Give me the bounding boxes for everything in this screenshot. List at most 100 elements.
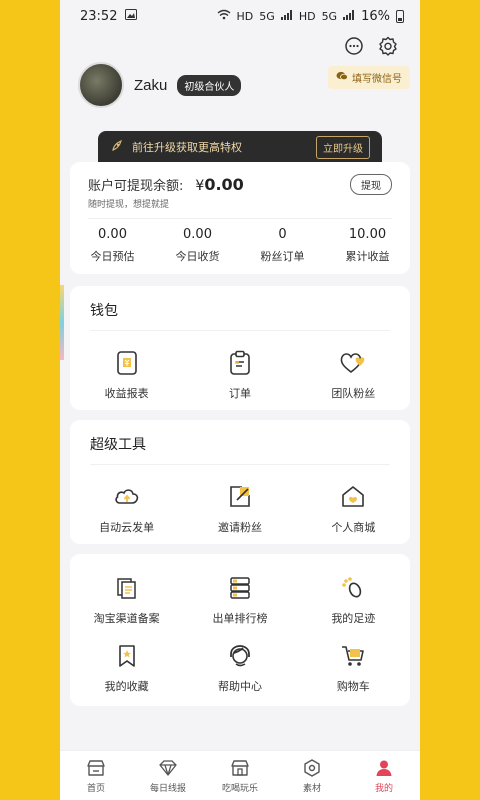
wallet-item-label: 订单 [228, 387, 251, 400]
more-grid-row1: 淘宝渠道备案 出单排行榜 我的足迹 [70, 554, 410, 626]
stat-value: 10.00 [348, 227, 387, 242]
tab-daily-report[interactable]: 每日线报 [132, 758, 204, 794]
super-tools-card: 超级工具 自动云发单 邀请粉丝 个人商城 [70, 420, 410, 544]
rocket-icon [110, 139, 124, 156]
wallet-card: 钱包 收益报表 订单 团队粉丝 [70, 286, 410, 410]
stat-total-earnings[interactable]: 10.00 累计收益 [328, 227, 408, 264]
cart-icon [339, 642, 367, 670]
tab-label: 素材 [302, 783, 321, 794]
more-item-label: 出单排行榜 [212, 612, 268, 625]
balance-amount: 0.00 [204, 175, 244, 194]
vip-upgrade-banner[interactable]: 前往升级获取更高特权 立即升级 [98, 131, 382, 163]
balance-amount-wrap: ¥0.00 [195, 175, 243, 194]
tab-label: 每日线报 [149, 783, 186, 794]
ranking-icon [226, 574, 254, 602]
more-item-label: 我的收藏 [104, 680, 149, 693]
tab-food-fun[interactable]: 吃喝玩乐 [204, 758, 276, 794]
shop-icon [230, 758, 250, 778]
stat-label: 累计收益 [345, 250, 390, 263]
more-item-help-center[interactable]: 帮助中心 [190, 642, 290, 694]
battery-percent: 16% [361, 8, 390, 24]
tools-grid: 自动云发单 邀请粉丝 个人商城 [70, 465, 410, 535]
phone-screen: 23:52 HD 5G HD 5G 16% Zaku 初级合伙人 填写微信号 前… [60, 0, 420, 800]
more-item-ranking[interactable]: 出单排行榜 [190, 574, 290, 626]
more-item-footprint[interactable]: 我的足迹 [303, 574, 403, 626]
wechat-tag-label: 填写微信号 [352, 74, 402, 85]
store-icon [86, 758, 106, 778]
more-item-taobao-register[interactable]: 淘宝渠道备案 [77, 574, 177, 626]
more-item-cart[interactable]: 购物车 [303, 642, 403, 694]
stat-label: 粉丝订单 [260, 250, 305, 263]
tool-item-personal-mall[interactable]: 个人商城 [303, 483, 403, 535]
stat-value: 0.00 [183, 227, 212, 242]
wallet-title: 钱包 [90, 303, 118, 319]
stat-label: 今日收货 [175, 250, 220, 263]
diamond-icon [158, 758, 178, 778]
wallet-item-team-fans[interactable]: 团队粉丝 [303, 349, 403, 401]
bookmark-icon [113, 642, 141, 670]
withdraw-button[interactable]: 提现 [350, 174, 392, 195]
status-signal-5g-2: 5G [321, 9, 338, 23]
gallery-icon [125, 8, 138, 24]
avatar[interactable] [78, 62, 124, 108]
currency-symbol: ¥ [195, 178, 205, 194]
headset-icon [226, 642, 254, 670]
bottom-tab-bar: 首页 每日线报 吃喝玩乐 素材 我的 [60, 750, 420, 800]
tab-materials[interactable]: 素材 [276, 758, 348, 794]
stat-value: 0.00 [98, 227, 127, 242]
status-bar: 23:52 HD 5G HD 5G 16% [60, 0, 420, 32]
more-item-label: 我的足迹 [331, 612, 376, 625]
more-tools-card: 淘宝渠道备案 出单排行榜 我的足迹 我的收藏 帮助中心 购物车 [70, 554, 410, 706]
tool-item-label: 个人商城 [331, 521, 376, 534]
wallet-item-orders[interactable]: 订单 [190, 349, 290, 401]
side-decoration [60, 285, 64, 360]
tab-label: 首页 [86, 783, 105, 794]
signal-icon-2 [343, 9, 355, 23]
wifi-icon [217, 9, 231, 23]
clipboard-icon [226, 349, 254, 377]
cloud-icon [113, 483, 141, 511]
tool-item-label: 自动云发单 [99, 521, 155, 534]
user-icon [374, 758, 394, 778]
report-icon [113, 349, 141, 377]
register-icon [113, 574, 141, 602]
wallet-item-report[interactable]: 收益报表 [77, 349, 177, 401]
profile-header: Zaku 初级合伙人 [78, 62, 242, 108]
balance-note: 随时提现，想提就提 [88, 200, 170, 210]
status-signal-hd: HD [236, 9, 254, 23]
tool-item-invite-fans[interactable]: 邀请粉丝 [190, 483, 290, 535]
user-name: Zaku [134, 76, 168, 94]
heart-team-icon [339, 349, 367, 377]
level-badge: 初级合伙人 [177, 74, 242, 96]
wechat-icon [336, 71, 348, 84]
status-signal-hd-2: HD [298, 9, 316, 23]
vip-banner-text: 前往升级获取更高特权 [132, 141, 242, 154]
message-icon[interactable] [344, 36, 364, 56]
tab-label: 吃喝玩乐 [221, 783, 258, 794]
stat-today-received[interactable]: 0.00 今日收货 [158, 227, 238, 264]
tool-item-auto-cloud[interactable]: 自动云发单 [77, 483, 177, 535]
tool-item-label: 邀请粉丝 [217, 521, 262, 534]
footprint-icon [339, 574, 367, 602]
settings-gear-icon[interactable] [378, 36, 398, 56]
stats-row: 0.00 今日预估 0.00 今日收货 0 粉丝订单 10.00 累计收益 [70, 219, 410, 264]
status-signal-5g: 5G [259, 9, 275, 23]
more-item-label: 淘宝渠道备案 [93, 612, 160, 625]
tab-mine[interactable]: 我的 [348, 758, 420, 794]
invite-icon [226, 483, 254, 511]
more-item-label: 帮助中心 [217, 680, 262, 693]
stat-value: 0 [278, 227, 287, 242]
more-item-label: 购物车 [336, 680, 370, 693]
tab-label: 我的 [374, 783, 393, 794]
stat-fan-orders[interactable]: 0 粉丝订单 [243, 227, 323, 264]
stat-today-estimate[interactable]: 0.00 今日预估 [73, 227, 153, 264]
balance-card: 账户可提现余额: ¥0.00 提现 随时提现，想提就提 0.00 今日预估 0.… [70, 162, 410, 274]
stat-label: 今日预估 [90, 250, 135, 263]
more-grid-row2: 我的收藏 帮助中心 购物车 [70, 626, 410, 694]
tab-home[interactable]: 首页 [60, 758, 132, 794]
signal-icon [280, 9, 293, 23]
tools-title: 超级工具 [90, 437, 146, 453]
wechat-id-button[interactable]: 填写微信号 [328, 66, 410, 89]
upgrade-button[interactable]: 立即升级 [316, 135, 370, 159]
more-item-favorites[interactable]: 我的收藏 [77, 642, 177, 694]
